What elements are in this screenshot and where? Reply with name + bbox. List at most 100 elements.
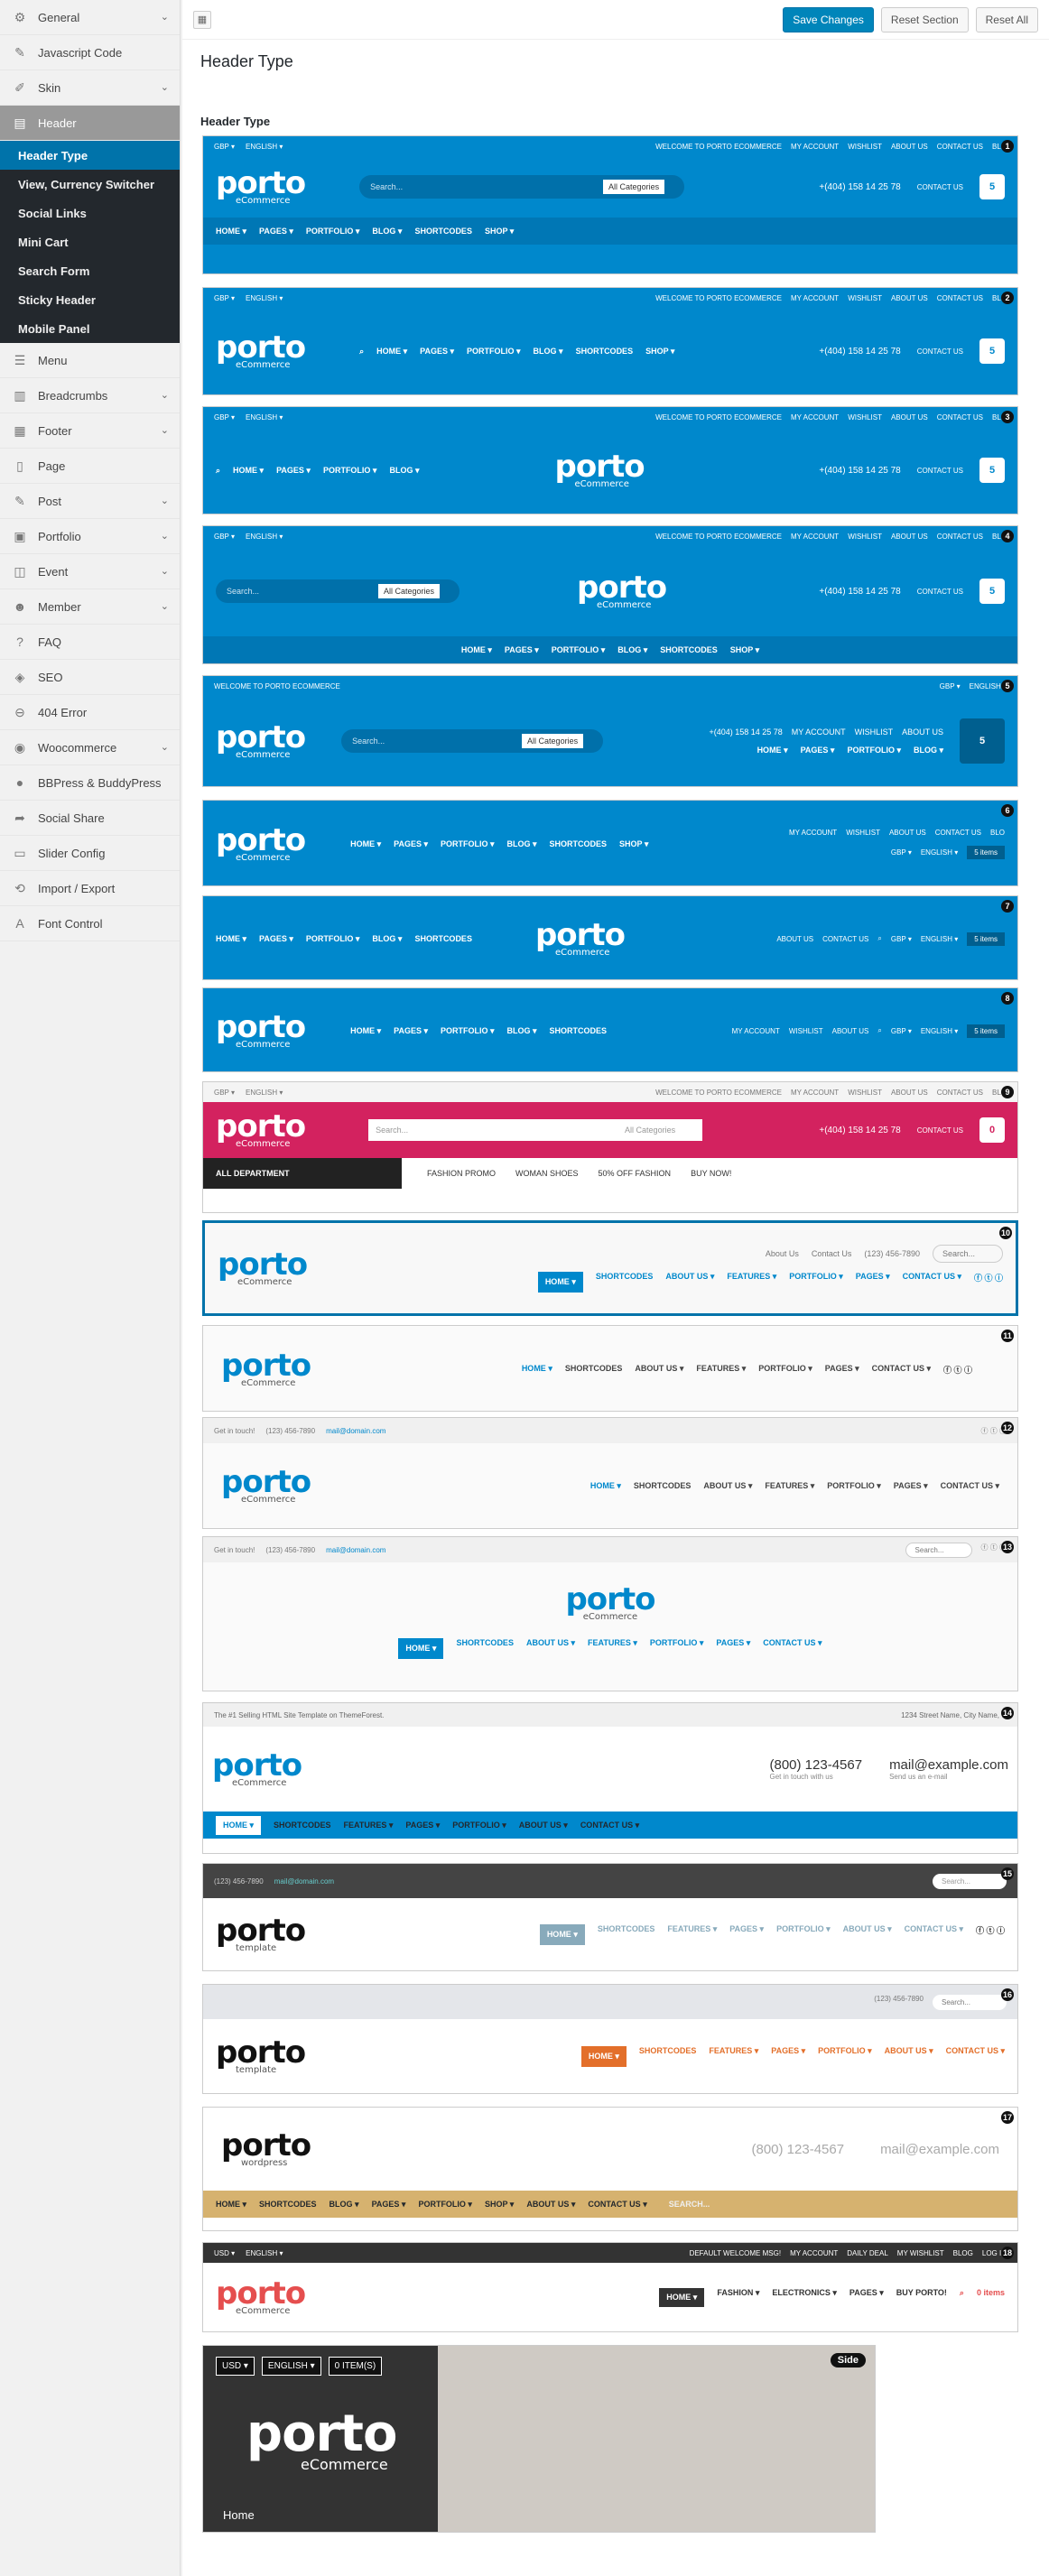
- header-type-13[interactable]: Get in touch! (123) 456-7890 mail@domain.c…: [202, 1536, 1018, 1691]
- text: eCommerce: [582, 1612, 638, 1622]
- header-type-15[interactable]: (123) 456-7890 mail@domain.com Search... p…: [202, 1863, 1018, 1971]
- sidebar-item-404-error[interactable]: ⊖ 404 Error: [0, 695, 180, 730]
- text: CONTACT US ▾: [945, 2045, 1005, 2055]
- cart-icon[interactable]: 5: [979, 174, 1005, 199]
- footer-icon: ▦: [14, 422, 26, 438]
- search-input[interactable]: Search... All Categories: [359, 175, 685, 199]
- contact-link[interactable]: CONTACT US: [917, 183, 963, 191]
- sidebar-item-post[interactable]: ✎ Post ⌄: [0, 484, 180, 519]
- header-type-6[interactable]: porto eCommerce HOME ▾ PAGES ▾ PORTFOLIO ▾ B…: [202, 800, 1018, 886]
- text: MY ACCOUNT: [790, 293, 840, 302]
- text: PORTFOLIO ▾: [305, 226, 360, 236]
- sidebar-item-label: Import / Export: [38, 881, 116, 895]
- sidebar-item-general[interactable]: ⚙ General ⌄: [0, 0, 180, 35]
- text: Search...: [370, 182, 404, 191]
- reset-section-button[interactable]: Reset Section: [880, 6, 969, 32]
- text: CONTACT US: [916, 1126, 963, 1135]
- text: GBP ▾: [890, 934, 912, 943]
- sidebar-item-import-export[interactable]: ⟲ Import / Export: [0, 871, 180, 906]
- sidebar-item-event[interactable]: ◫ Event ⌄: [0, 554, 180, 589]
- sidebar-item-breadcrumbs[interactable]: ▥ Breadcrumbs ⌄: [0, 378, 180, 413]
- brush-icon: ✐: [14, 79, 25, 95]
- header-number: 1: [1001, 140, 1014, 153]
- header-type-10[interactable]: porto eCommerce About Us Contact Us (123) 4…: [202, 1220, 1018, 1316]
- sidebar-item-woocommerce[interactable]: ◉ Woocommerce ⌄: [0, 730, 180, 765]
- text: CONTACT US: [936, 293, 983, 302]
- sidebar-item-skin[interactable]: ✐ Skin ⌄: [0, 70, 180, 106]
- sidebar-item-label: Font Control: [38, 916, 103, 931]
- header-type-14[interactable]: The #1 Selling HTML Site Template on The…: [202, 1702, 1018, 1854]
- text: BLOG ▾: [506, 1025, 537, 1035]
- text: CONTACT US ▾: [902, 1271, 961, 1281]
- sidebar-item-faq[interactable]: ? FAQ: [0, 625, 180, 660]
- text: ENGLISH ▾: [246, 532, 283, 541]
- sidebar-item-page[interactable]: ▯ Page: [0, 449, 180, 484]
- text: (800) 123-4567: [769, 1757, 863, 1773]
- layout-toggle-icon[interactable]: ▦: [193, 10, 211, 29]
- text: ABOUT US: [890, 1088, 928, 1097]
- text: BLOG ▾: [389, 465, 420, 475]
- submenu-item[interactable]: Mobile Panel: [0, 314, 180, 343]
- chevron-down-icon: ⌄: [160, 425, 169, 436]
- text: BLOG ▾: [506, 839, 537, 848]
- text: CONTACT US: [936, 412, 983, 422]
- text: PORTFOLIO ▾: [418, 2199, 472, 2209]
- text: PAGES ▾: [420, 346, 455, 356]
- text: eCommerce: [301, 2456, 388, 2473]
- save-changes-button[interactable]: Save Changes: [783, 6, 874, 32]
- sidebar-item-font-control[interactable]: A Font Control: [0, 906, 180, 941]
- text: BLOG ▾: [329, 2199, 359, 2209]
- sidebar-item-slider-config[interactable]: ▭ Slider Config: [0, 836, 180, 871]
- submenu-item[interactable]: Mini Cart: [0, 227, 180, 256]
- header-type-9[interactable]: GBP ▾ ENGLISH ▾ WELCOME TO PORTO ECOMMERCE…: [202, 1081, 1018, 1213]
- sidebar-item-member[interactable]: ☻ Member ⌄: [0, 589, 180, 625]
- text: SHORTCODES: [595, 1271, 654, 1281]
- sidebar-item-seo[interactable]: ◈ SEO: [0, 660, 180, 695]
- text: WISHLIST: [846, 829, 880, 837]
- field-label: Header Type: [200, 115, 271, 128]
- header-type-8[interactable]: porto eCommerce HOME ▾ PAGES ▾ PORTFOLIO ▾ B…: [202, 987, 1018, 1072]
- text: ABOUT US ▾: [635, 1363, 684, 1373]
- text: FEATURES ▾: [765, 1480, 815, 1490]
- reset-all-button[interactable]: Reset All: [975, 6, 1038, 32]
- text: FEATURES ▾: [667, 1923, 718, 1933]
- header-type-3[interactable]: GBP ▾ ENGLISH ▾ WELCOME TO PORTO ECOMMERCE…: [202, 406, 1018, 514]
- text: MY ACCOUNT: [790, 1088, 840, 1097]
- text: Search...: [905, 1542, 972, 1558]
- text: Search...: [227, 587, 260, 596]
- text: 0: [979, 1117, 1005, 1143]
- header-type-2[interactable]: GBP ▾ ENGLISH ▾ WELCOME TO PORTO ECOMMERCE…: [202, 287, 1018, 395]
- header-type-11[interactable]: porto eCommerce HOME ▾ SHORTCODES ABOUT US …: [202, 1325, 1018, 1412]
- header-type-4[interactable]: GBP ▾ ENGLISH ▾ WELCOME TO PORTO ECOMMERCE…: [202, 525, 1018, 664]
- sidebar-item-social-share[interactable]: ➦ Social Share: [0, 801, 180, 836]
- sidebar-item-portfolio[interactable]: ▣ Portfolio ⌄: [0, 519, 180, 554]
- header-type-7[interactable]: HOME ▾ PAGES ▾ PORTFOLIO ▾ BLOG ▾ SHORTCODES…: [202, 895, 1018, 980]
- sidebar-item-bbpress-buddypress[interactable]: ● BBPress & BuddyPress: [0, 765, 180, 801]
- submenu-item[interactable]: Search Form: [0, 256, 180, 285]
- text: 10: [999, 1227, 1012, 1239]
- submenu-item[interactable]: Header Type: [0, 141, 180, 170]
- text: BUY PORTO!: [896, 2287, 947, 2297]
- sidebar-item-header[interactable]: ▤ Header: [0, 106, 180, 141]
- text: Side: [830, 2353, 866, 2368]
- header-type-17[interactable]: porto wordpress (800) 123-4567 mail@exampl…: [202, 2107, 1018, 2231]
- header-type-1[interactable]: GBP ▾ ENGLISH ▾ WELCOME TO PORTO ECOMMERC…: [202, 135, 1018, 274]
- submenu-item[interactable]: Social Links: [0, 199, 180, 227]
- text: ABOUT US ▾: [525, 1638, 575, 1647]
- header-type-5[interactable]: WELCOME TO PORTO ECOMMERCE GBP ▾ ENGLISH ▾…: [202, 675, 1018, 787]
- header-submenu: Header Type View, Currency Switcher Social…: [0, 141, 180, 343]
- text: 13: [1001, 1541, 1014, 1553]
- sidebar-item-javascript-code[interactable]: ✎ Javascript Code: [0, 35, 180, 70]
- submenu-item[interactable]: View, Currency Switcher: [0, 170, 180, 199]
- sidebar-item-label: Breadcrumbs: [38, 388, 108, 403]
- portfolio-icon: ▣: [14, 528, 26, 543]
- header-type-side[interactable]: USD ▾ ENGLISH ▾ 0 ITEM(S) porto eCommerce…: [202, 2345, 876, 2533]
- header-type-16[interactable]: (123) 456-7890 Search... porto template HO…: [202, 1984, 1018, 2094]
- text: HOME ▾: [376, 346, 408, 356]
- sidebar-item-menu[interactable]: ☰ Menu: [0, 343, 180, 378]
- text: ABOUT US: [888, 829, 926, 837]
- header-type-18[interactable]: USD ▾ ENGLISH ▾ DEFAULT WELCOME MSG! MY ACC…: [202, 2242, 1018, 2332]
- sidebar-item-footer[interactable]: ▦ Footer ⌄: [0, 413, 180, 449]
- submenu-item[interactable]: Sticky Header: [0, 285, 180, 314]
- header-type-12[interactable]: Get in touch! (123) 456-7890 mail@domain.c…: [202, 1417, 1018, 1529]
